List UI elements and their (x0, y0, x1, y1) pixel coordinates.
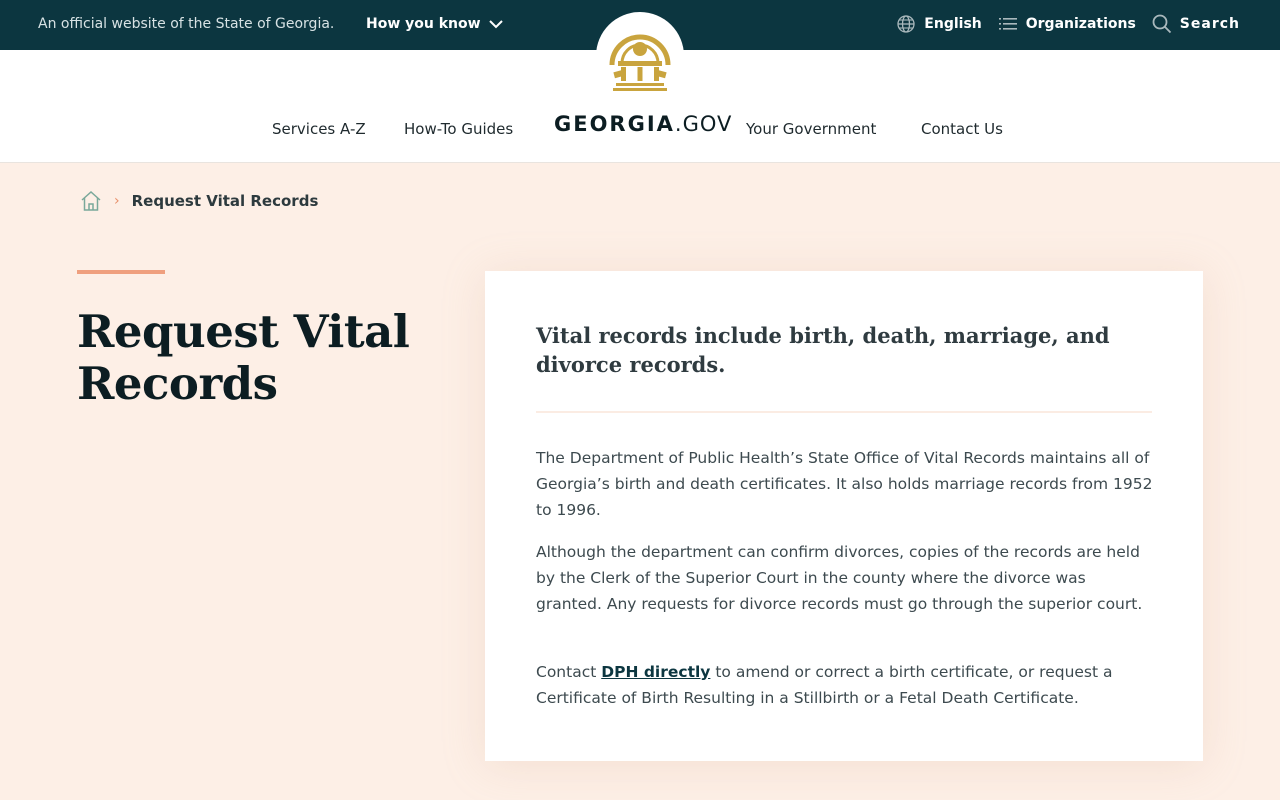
logo-georgia-text: GEORGIA (554, 112, 675, 136)
language-label: English (924, 16, 982, 32)
home-icon[interactable] (80, 190, 102, 212)
language-selector[interactable]: English (896, 14, 982, 34)
logo-gov-text: .GOV (674, 112, 733, 136)
body-paragraph: The Department of Public Health’s State … (536, 449, 1153, 519)
body-paragraph-contact: Contact DPH directly to amend or correct… (536, 659, 1156, 711)
page-title: Request Vital Records (77, 305, 410, 410)
state-seal[interactable] (596, 12, 684, 100)
body-paragraph: Although the department can confirm divo… (536, 543, 1143, 613)
breadcrumb: › Request Vital Records (80, 190, 318, 212)
georgia-seal-icon (609, 34, 671, 91)
search-icon (1152, 14, 1171, 34)
utility-tools: English Organizations Search (896, 14, 1240, 34)
how-you-know-toggle[interactable]: How you know (366, 16, 503, 32)
content-card: Vital records include birth, death, marr… (485, 271, 1203, 761)
nav-services-a-z[interactable]: Services A-Z (272, 120, 366, 138)
title-accent-bar (77, 270, 165, 274)
list-icon (998, 18, 1017, 30)
official-site-text: An official website of the State of Geor… (38, 16, 335, 32)
nav-how-to-guides[interactable]: How-To Guides (404, 120, 513, 138)
dph-directly-link[interactable]: DPH directly (601, 663, 710, 681)
organizations-label: Organizations (1025, 16, 1136, 32)
organizations-link[interactable]: Organizations (998, 16, 1136, 32)
globe-icon (897, 15, 915, 33)
lead-divider (536, 411, 1152, 413)
breadcrumb-separator-icon: › (114, 193, 120, 209)
search-label: Search (1179, 16, 1240, 32)
contact-text-before: Contact (536, 663, 602, 681)
breadcrumb-current: Request Vital Records (131, 192, 319, 210)
nav-your-government[interactable]: Your Government (746, 120, 876, 138)
nav-contact-us[interactable]: Contact Us (921, 120, 1003, 138)
lead-paragraph: Vital records include birth, death, marr… (536, 323, 1110, 377)
search-button[interactable]: Search (1152, 14, 1240, 34)
chevron-down-icon (488, 20, 503, 29)
how-you-know-label: How you know (366, 16, 481, 32)
georgia-gov-logo[interactable]: GEORGIA.GOV (554, 112, 732, 136)
